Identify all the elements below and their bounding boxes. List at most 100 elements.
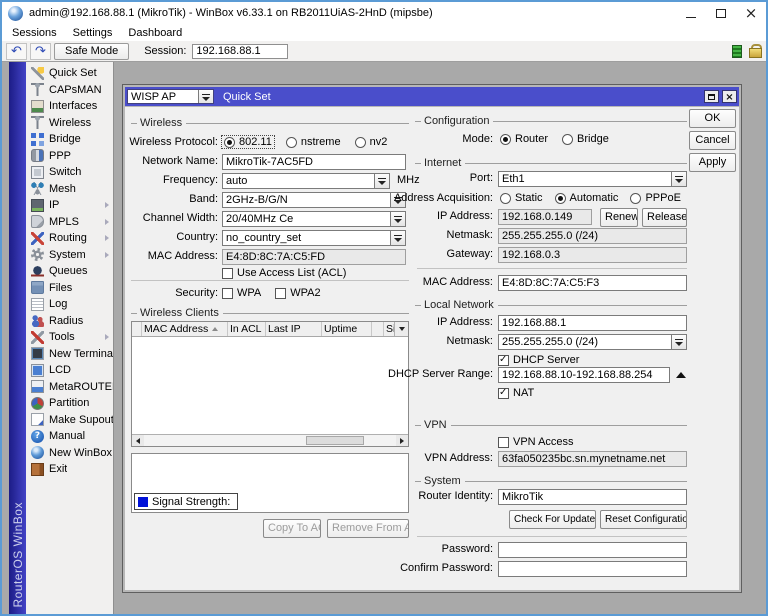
redo-button[interactable] <box>30 43 51 60</box>
dropdown-arrow-icon[interactable] <box>672 334 687 350</box>
column-header-blank[interactable] <box>132 322 142 336</box>
release-button[interactable]: Release <box>642 208 687 227</box>
apply-button[interactable]: Apply <box>689 153 736 172</box>
sidebar-item-new-winbox[interactable]: New WinBox <box>26 445 113 462</box>
sidebar-item-lcd[interactable]: LCD <box>26 362 113 379</box>
close-button[interactable] <box>736 2 766 24</box>
sidebar-item-tools[interactable]: Tools <box>26 329 113 346</box>
sidebar-item-routing[interactable]: Routing <box>26 230 113 247</box>
address-acquisition-label: Address Acquisition: <box>359 191 493 207</box>
sidebar-item-label: Exit <box>49 463 67 475</box>
sidebar-item-partition[interactable]: Partition <box>26 395 113 412</box>
column-header-mac-address[interactable]: MAC Address <box>142 322 228 336</box>
sidebar-item-new-terminal[interactable]: New Terminal <box>26 346 113 363</box>
local-netmask-dropdown[interactable] <box>498 334 687 350</box>
menu-sessions[interactable]: Sessions <box>4 26 65 40</box>
sidebar-item-capsman[interactable]: CAPsMAN <box>26 82 113 99</box>
sidebar-item-switch[interactable]: Switch <box>26 164 113 181</box>
safe-mode-button[interactable]: Safe Mode <box>54 43 129 60</box>
radio-static[interactable]: Static <box>498 192 545 204</box>
menu-settings[interactable]: Settings <box>65 26 121 40</box>
sidebar-item-label: MetaROUTER <box>49 381 113 393</box>
radio-icon <box>555 193 566 204</box>
port-dropdown[interactable] <box>498 171 687 187</box>
sort-ascending-icon <box>212 327 218 331</box>
sidebar-item-manual[interactable]: Manual <box>26 428 113 445</box>
horizontal-scrollbar[interactable] <box>132 434 408 446</box>
column-header-last-ip[interactable]: Last IP <box>266 322 322 336</box>
renew-button[interactable]: Renew <box>600 208 638 227</box>
radio-pppoe[interactable]: PPPoE <box>628 192 682 204</box>
sidebar-item-exit[interactable]: Exit <box>26 461 113 478</box>
sidebar-item-radius[interactable]: Radius <box>26 313 113 330</box>
radio-automatic[interactable]: Automatic <box>553 192 621 204</box>
radio-nstreme[interactable]: nstreme <box>284 136 343 148</box>
cancel-button[interactable]: Cancel <box>689 131 736 150</box>
dialog-close-button[interactable] <box>722 90 737 103</box>
password-input[interactable] <box>498 542 687 558</box>
use-access-list-checkbox[interactable]: Use Access List (ACL) <box>222 267 346 279</box>
sidebar-item-ip[interactable]: IP <box>26 197 113 214</box>
router-identity-input[interactable] <box>498 489 687 505</box>
local-netmask-input[interactable] <box>498 334 672 350</box>
dropdown-arrow-icon[interactable] <box>198 90 213 103</box>
sidebar-item-metarouter[interactable]: MetaROUTER <box>26 379 113 396</box>
frequency-input[interactable] <box>222 173 375 189</box>
sidebar-item-quick-set[interactable]: Quick Set <box>26 65 113 82</box>
scrollbar-thumb[interactable] <box>306 436 364 445</box>
wpa2-checkbox[interactable]: WPA2 <box>275 287 320 299</box>
column-header-in-acl[interactable]: In ACL <box>228 322 266 336</box>
sidebar-item-label: System <box>49 249 86 261</box>
sidebar-item-ppp[interactable]: PPP <box>26 148 113 165</box>
divider <box>417 536 687 537</box>
confirm-password-input[interactable] <box>498 561 687 577</box>
nat-checkbox[interactable]: NAT <box>498 387 534 399</box>
scroll-right-icon[interactable] <box>396 435 408 446</box>
ok-button[interactable]: OK <box>689 109 736 128</box>
sidebar-item-log[interactable]: Log <box>26 296 113 313</box>
minimize-button[interactable] <box>676 2 706 24</box>
sidebar-item-mpls[interactable]: MPLS <box>26 214 113 231</box>
scroll-left-icon[interactable] <box>132 435 144 446</box>
dhcp-range-input[interactable] <box>498 367 670 383</box>
sidebar-item-interfaces[interactable]: Interfaces <box>26 98 113 115</box>
dhcp-server-checkbox[interactable]: DHCP Server <box>498 354 579 366</box>
menu-dashboard[interactable]: Dashboard <box>120 26 190 40</box>
sidebar-item-mesh[interactable]: Mesh <box>26 181 113 198</box>
maximize-button[interactable] <box>706 2 736 24</box>
dialog-maximize-button[interactable] <box>704 90 719 103</box>
undo-button[interactable] <box>6 43 27 60</box>
ppp-icon <box>31 149 44 162</box>
wpa-checkbox[interactable]: WPA <box>222 287 261 299</box>
radio-80211[interactable]: 802.11 <box>222 136 274 148</box>
check-for-updates-button[interactable]: Check For Updates <box>509 510 596 529</box>
reset-configuration-button[interactable]: Reset Configuration <box>600 510 687 529</box>
mode-radios: Router Bridge <box>498 132 621 146</box>
sidebar-item-queues[interactable]: Queues <box>26 263 113 280</box>
sidebar-item-files[interactable]: Files <box>26 280 113 297</box>
checkbox-icon <box>222 268 233 279</box>
session-field[interactable]: 192.168.88.1 <box>192 44 288 59</box>
collapse-up-icon[interactable] <box>676 372 686 378</box>
local-ip-input[interactable] <box>498 315 687 331</box>
radius-users-icon <box>31 314 44 327</box>
radio-router[interactable]: Router <box>498 133 550 145</box>
copy-to-acl-button[interactable]: Copy To ACL <box>263 519 321 538</box>
wireless-section-header: Wireless <box>131 117 409 129</box>
vpn-access-checkbox[interactable]: VPN Access <box>498 436 574 448</box>
remove-from-acl-button[interactable]: Remove From ACL <box>327 519 409 538</box>
sidebar-item-wireless[interactable]: Wireless <box>26 115 113 132</box>
metarouter-icon <box>31 380 44 393</box>
network-name-input[interactable] <box>222 154 406 170</box>
sidebar-item-bridge[interactable]: Bridge <box>26 131 113 148</box>
sidebar-item-system[interactable]: System <box>26 247 113 264</box>
configuration-section-header: Configuration <box>415 115 687 127</box>
radio-label: PPPoE <box>645 192 680 204</box>
clients-table-body[interactable] <box>132 337 408 434</box>
internet-mac-input[interactable] <box>498 275 687 291</box>
port-input[interactable] <box>498 171 672 187</box>
radio-bridge[interactable]: Bridge <box>560 133 611 145</box>
quickset-mode-combo[interactable]: WISP AP <box>127 89 214 104</box>
dropdown-arrow-icon[interactable] <box>672 171 687 187</box>
sidebar-item-make-supout-rif[interactable]: Make Supout.rif <box>26 412 113 429</box>
